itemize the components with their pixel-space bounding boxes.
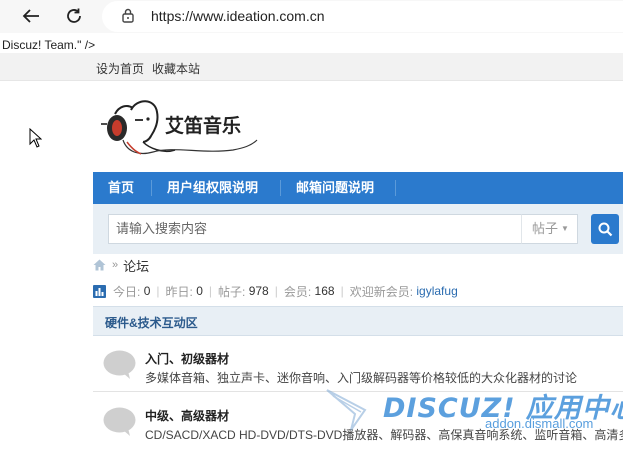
speech-bubble-icon (103, 407, 136, 436)
reload-icon (67, 8, 81, 23)
forum-title[interactable]: 入门、初级器材 (145, 350, 229, 367)
lock-icon[interactable] (122, 8, 134, 23)
forum-group-title[interactable]: 硬件&技术互动区 (105, 314, 198, 331)
bookmark-site-link[interactable]: 收藏本站 (152, 60, 200, 77)
nav-divider (395, 180, 396, 196)
top-links-bar: 设为首页 收藏本站 (0, 53, 623, 81)
stats-divider: | (274, 284, 278, 298)
forum-title[interactable]: 中级、高级器材 (145, 407, 229, 424)
site-logo[interactable]: 艾笛音乐 (93, 92, 263, 162)
forum-description: 多媒体音箱、独立声卡、迷你音响、入门级解码器等价格较低的大众化器材的讨论 (145, 371, 578, 385)
stray-markup-text: Discuz! Team." /> (2, 38, 96, 52)
new-member-link[interactable]: igylafug (416, 284, 457, 298)
members-count: 168 (314, 284, 335, 298)
forum-row[interactable]: 中级、高级器材 CD/SACD/XACD HD-DVD/DTS-DVD播放器、解… (93, 393, 623, 449)
today-label: 今日: (113, 284, 141, 299)
breadcrumb: » 论坛 (93, 256, 149, 275)
nav-item-usergroup-permissions[interactable]: 用户组权限说明 (167, 172, 258, 204)
forum-row[interactable]: 入门、初级器材 多媒体音箱、独立声卡、迷你音响、入门级解码器等价格较低的大众化器… (93, 336, 623, 392)
home-icon[interactable] (93, 259, 106, 271)
yesterday-count: 0 (196, 284, 203, 298)
members-label: 会员: (283, 284, 312, 299)
breadcrumb-current[interactable]: 论坛 (123, 256, 149, 275)
reload-button[interactable] (60, 3, 88, 29)
address-bar[interactable]: https://www.ideation.com.cn (102, 1, 623, 32)
back-button[interactable] (17, 3, 45, 29)
posts-count: 978 (248, 284, 269, 298)
posts-label: 帖子: (218, 284, 246, 299)
caret-down-icon: ▼ (561, 224, 569, 233)
logo-text: 艾笛音乐 (165, 114, 241, 137)
search-type-label: 帖子 (532, 221, 559, 236)
set-homepage-link[interactable]: 设为首页 (96, 60, 144, 77)
stats-chart-icon[interactable] (93, 284, 106, 298)
mouse-cursor-icon (29, 128, 42, 148)
breadcrumb-separator-icon: » (112, 259, 119, 271)
nav-divider (151, 180, 152, 196)
search-button[interactable] (591, 214, 619, 244)
search-bar-area: 请输入搜索内容 帖子 ▼ (93, 204, 623, 254)
search-icon (598, 222, 612, 236)
forum-group-header[interactable]: 硬件&技术互动区 (93, 306, 623, 336)
stats-divider: | (208, 284, 212, 298)
forum-stats: 今日: 0 | 昨日: 0 | 帖子: 978 | 会员: 168 | 欢迎新会… (93, 283, 458, 299)
welcome-label: 欢迎新会员: (349, 284, 414, 299)
search-input[interactable]: 请输入搜索内容 (108, 214, 522, 244)
arrow-left-icon (22, 9, 39, 23)
nav-item-home[interactable]: 首页 (108, 172, 134, 204)
speech-bubble-icon (103, 350, 136, 379)
nav-divider (280, 180, 281, 196)
main-nav-bar: 首页 用户组权限说明 邮箱问题说明 (93, 172, 623, 204)
search-type-select[interactable]: 帖子 ▼ (521, 214, 578, 244)
url-text: https://www.ideation.com.cn (151, 8, 325, 24)
today-count: 0 (143, 284, 151, 298)
nav-item-email-help[interactable]: 邮箱问题说明 (296, 172, 374, 204)
browser-toolbar: https://www.ideation.com.cn (0, 0, 623, 33)
stats-divider: | (340, 284, 344, 298)
stats-divider: | (156, 284, 160, 298)
forum-description: CD/SACD/XACD HD-DVD/DTS-DVD播放器、解码器、高保真音响… (145, 428, 623, 442)
yesterday-label: 昨日: (165, 284, 193, 299)
